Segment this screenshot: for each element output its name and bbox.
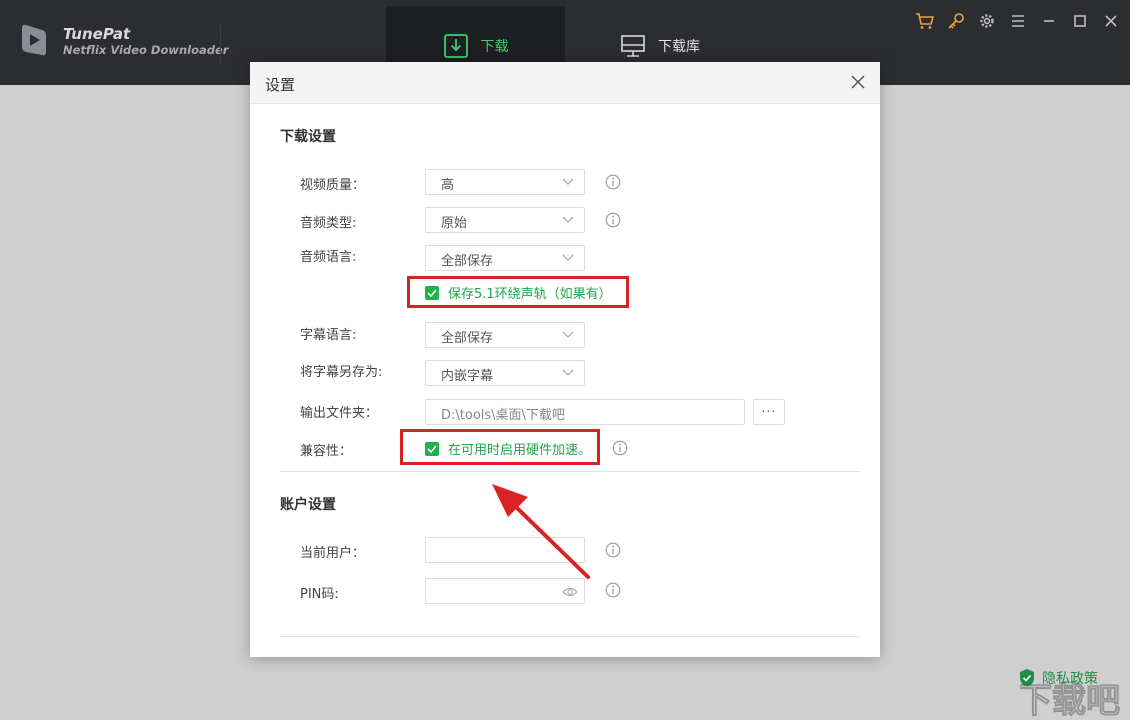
hardware-accel-checkbox-row[interactable]: 在可用时启用硬件加速。: [425, 439, 591, 458]
audio-language-value: 全部保存: [441, 254, 494, 269]
section-divider: [280, 471, 860, 472]
close-icon[interactable]: [1100, 10, 1122, 32]
chevron-down-icon: [562, 331, 574, 338]
video-quality-value: 高: [441, 178, 455, 193]
hardware-accel-checkbox[interactable]: [425, 441, 439, 456]
browse-folder-button[interactable]: ···: [753, 399, 785, 425]
app-subtitle: Netflix Video Downloader: [63, 43, 229, 57]
pin-input[interactable]: [425, 578, 585, 604]
subtitle-language-select[interactable]: 全部保存: [425, 322, 585, 348]
bottom-divider: [280, 636, 860, 637]
current-user-label: 当前用户：: [300, 546, 366, 561]
surround-checkbox-row[interactable]: 保存5.1环绕声轨（如果有）: [425, 283, 612, 302]
checkmark-icon: [427, 288, 437, 297]
tab-download-label: 下载: [480, 38, 509, 55]
site-watermark-logo: 下载吧: [1020, 681, 1121, 720]
output-folder-input[interactable]: D:\tools\桌面\下载吧: [425, 399, 745, 425]
save-subtitles-as-select[interactable]: 内嵌字幕: [425, 360, 585, 386]
current-user-input[interactable]: [425, 537, 585, 563]
compatibility-label: 兼容性：: [300, 444, 353, 459]
output-folder-value: D:\tools\桌面\下载吧: [441, 408, 565, 423]
info-icon[interactable]: [605, 174, 621, 190]
audio-language-label: 音频语言:: [300, 250, 357, 265]
info-icon[interactable]: [612, 440, 628, 456]
dialog-header: 设置: [250, 62, 880, 104]
chevron-down-icon: [562, 254, 574, 261]
output-folder-label: 输出文件夹：: [300, 406, 379, 421]
maximize-icon[interactable]: [1069, 10, 1091, 32]
brand-divider: [220, 25, 221, 63]
audio-type-label: 音频类型:: [300, 216, 357, 231]
chevron-down-icon: [562, 216, 574, 223]
audio-language-select[interactable]: 全部保存: [425, 245, 585, 271]
menu-icon[interactable]: [1007, 10, 1029, 32]
video-quality-label: 视频质量：: [300, 178, 366, 193]
subtitle-language-label: 字幕语言:: [300, 328, 357, 343]
info-icon[interactable]: [605, 582, 621, 598]
cart-icon[interactable]: [914, 10, 936, 32]
account-settings-title: 账户设置: [280, 497, 336, 513]
audio-type-value: 原始: [441, 216, 468, 231]
surround-checkbox[interactable]: [425, 285, 439, 300]
eye-icon[interactable]: [562, 586, 578, 598]
chevron-down-icon: [562, 178, 574, 185]
video-quality-select[interactable]: 高: [425, 169, 585, 195]
audio-type-select[interactable]: 原始: [425, 207, 585, 233]
save-subtitles-as-label: 将字幕另存为:: [300, 365, 383, 380]
tab-library-label: 下载库: [658, 38, 700, 55]
app-name: TunePat: [63, 25, 131, 43]
download-icon: [443, 33, 468, 58]
window-controls: [914, 10, 1122, 32]
dialog-close-icon[interactable]: [850, 74, 866, 90]
minimize-icon[interactable]: [1038, 10, 1060, 32]
tunepat-logo: [22, 24, 46, 56]
key-icon[interactable]: [945, 10, 967, 32]
gear-icon[interactable]: [976, 10, 998, 32]
dialog-title: 设置: [265, 76, 296, 94]
save-subtitles-as-value: 内嵌字幕: [441, 369, 494, 384]
info-icon[interactable]: [605, 542, 621, 558]
checkmark-icon: [427, 444, 437, 453]
surround-checkbox-label: 保存5.1环绕声轨（如果有）: [448, 287, 612, 302]
chevron-down-icon: [562, 369, 574, 376]
subtitle-language-value: 全部保存: [441, 331, 494, 346]
monitor-icon: [621, 34, 645, 57]
svg-text:下载吧: 下载吧: [1020, 681, 1120, 720]
settings-dialog: 设置 下载设置 视频质量： 高 音频类型: 原始 音频语言: 全部保存 保存5.…: [250, 62, 880, 657]
download-settings-title: 下载设置: [280, 129, 336, 145]
pin-label: PIN码:: [300, 587, 339, 602]
info-icon[interactable]: [605, 212, 621, 228]
hardware-accel-checkbox-label: 在可用时启用硬件加速。: [448, 443, 592, 458]
